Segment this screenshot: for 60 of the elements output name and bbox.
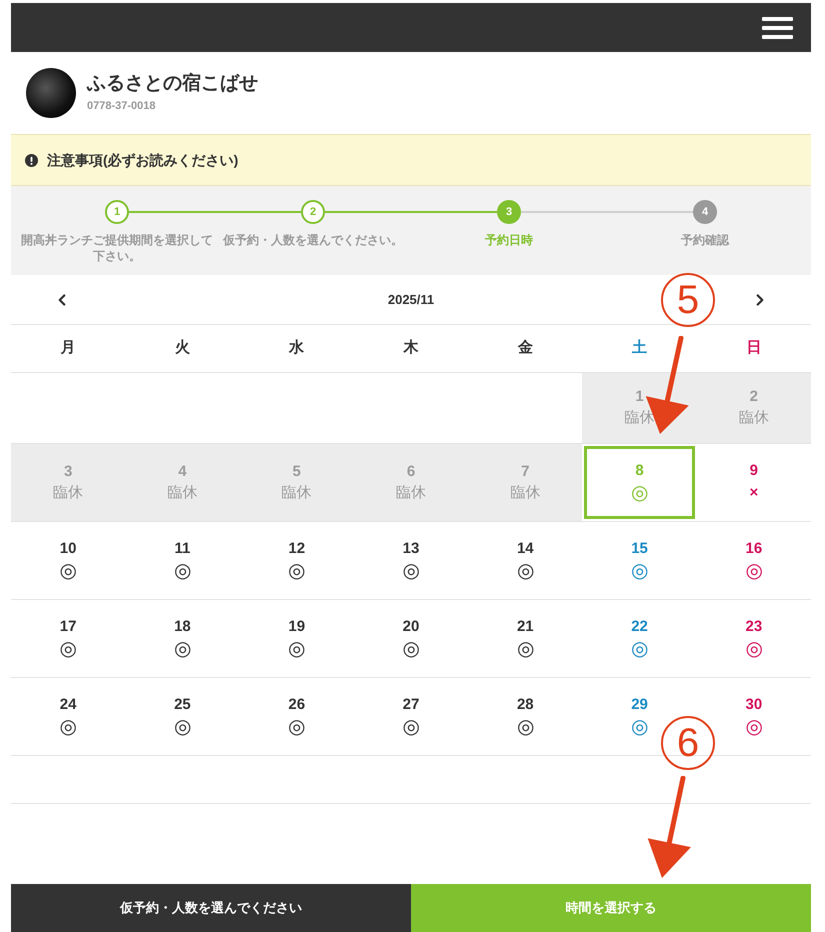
step-label: 予約日時 [485,232,533,249]
menu-icon[interactable] [762,16,793,38]
day-cell[interactable]: 20 ◎ [356,602,466,675]
day-cell[interactable]: 26 ◎ [242,680,352,753]
step-label: 予約確認 [681,232,729,249]
logo-placeholder [26,68,76,118]
step-number: 1 [105,200,129,224]
day-cell[interactable]: 11 ◎ [127,524,238,597]
day-cell[interactable]: 23 ◎ [698,602,809,675]
day-cell[interactable]: 27 ◎ [356,680,466,753]
closed-label: 臨休 [738,408,769,428]
annotation-number: 5 [661,273,715,327]
back-button[interactable]: 仮予約・人数を選んでください [11,884,411,932]
day-cell[interactable]: 14 ◎ [470,524,580,597]
date-number: 3 [64,462,72,482]
closed-label: 臨休 [282,482,312,502]
day-cell[interactable]: 21 ◎ [470,602,580,675]
closed-label: 臨休 [396,482,426,502]
date-number: 4 [178,462,187,482]
weekday-label: 火 [174,338,190,358]
weekday-label: 木 [403,338,418,358]
weekday-label: 金 [518,338,533,358]
day-cell[interactable]: 28 ◎ [470,680,580,753]
weekday-label: 水 [289,338,304,358]
day-cell[interactable]: 9 × [698,446,809,519]
step-label: 仮予約・人数を選んでください。 [223,232,403,249]
closed-label: 臨休 [167,482,198,502]
day-cell[interactable]: 24 ◎ [13,680,124,753]
closed-label: 臨休 [53,482,84,502]
step-label: 開高丼ランチご提供期間を選択して下さい。 [20,232,214,264]
day-cell[interactable]: 16 ◎ [698,524,809,597]
date-number: 2 [750,387,758,407]
weekday-label: 月 [60,338,76,358]
day-cell[interactable]: 13 ◎ [356,524,466,597]
day-cell[interactable]: 18 ◎ [127,602,238,675]
day-cell[interactable]: 10 ◎ [13,524,124,597]
day-cell[interactable]: 17 ◎ [13,602,124,675]
closed-label: 臨休 [510,482,540,502]
day-cell[interactable]: 12 ◎ [242,524,352,597]
date-number: 1 [635,387,644,407]
month-label: 2025/11 [388,290,434,309]
alert-icon [25,154,38,166]
date-number: 7 [521,462,530,482]
closed-label: 臨休 [624,408,655,428]
day-cell[interactable]: 15 ◎ [584,524,695,597]
notice-bar[interactable]: 注意事項(必ずお読みください) [11,134,811,186]
step-number: 2 [301,200,325,224]
day-cell[interactable]: 25 ◎ [127,680,238,753]
step-number: 4 [693,200,717,224]
weekday-label: 土 [632,338,648,358]
date-number: 5 [292,462,301,482]
weekday-label: 日 [746,338,762,358]
phone-number: 0778-37-0018 [87,99,157,114]
notice-text: 注意事項(必ずお読みください) [47,150,238,170]
day-cell[interactable]: 22 ◎ [584,602,695,675]
step-number: 3 [497,200,521,224]
date-number: 6 [406,462,416,482]
annotation-number: 6 [661,716,715,770]
site-title: ふるさとの宿こばせ [87,72,258,96]
day-cell[interactable]: 19 ◎ [242,602,352,675]
